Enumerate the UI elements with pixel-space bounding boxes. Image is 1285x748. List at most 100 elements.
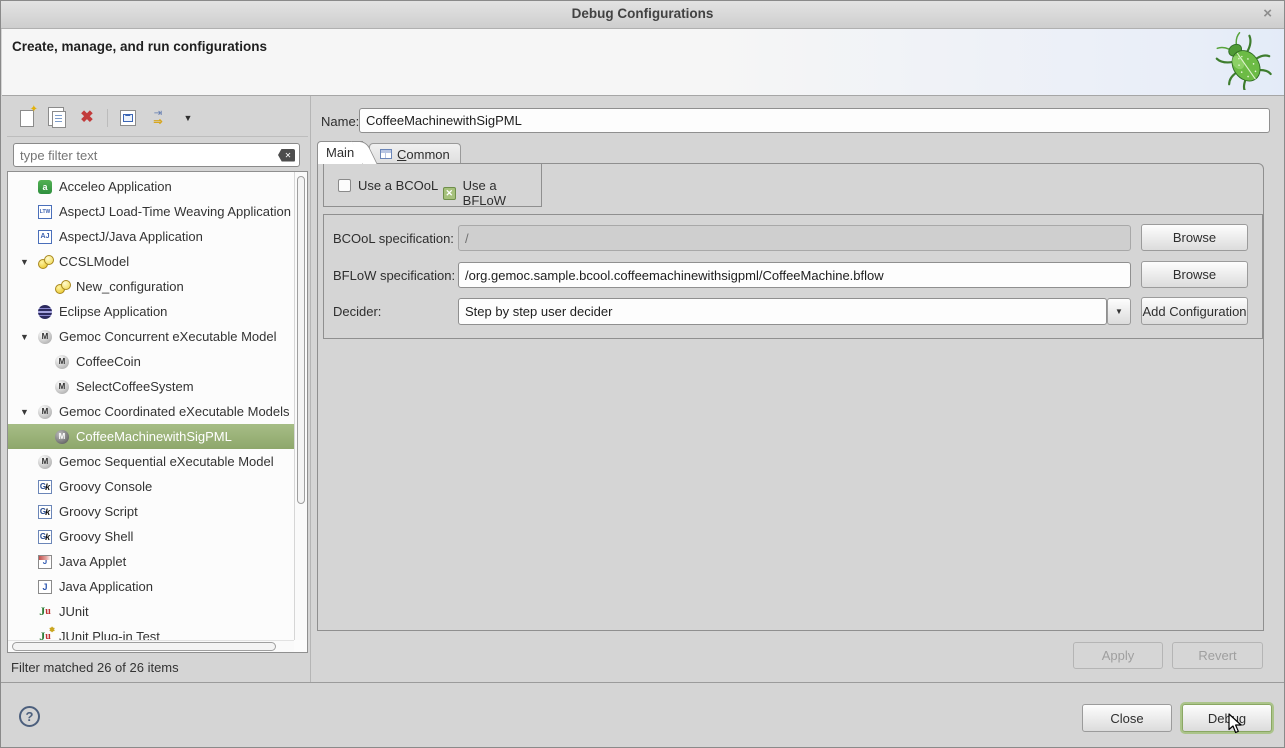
tree-item-groovy-console[interactable]: Gk Groovy Console: [8, 474, 294, 499]
tree-item-groovy-script[interactable]: GkGroovy Script: [8, 499, 294, 524]
tree-item-ccslmodel[interactable]: ▼CCSLModel: [8, 249, 294, 274]
tree-item-label: JUnit: [59, 604, 89, 619]
ccsl-model-icon: [55, 280, 69, 294]
configurations-toolbar: ✖ ⇥⇒ ▼: [7, 100, 308, 137]
tree-item-junit[interactable]: Ju JUnit: [8, 599, 294, 624]
tree-item-label: Groovy Console: [59, 479, 152, 494]
tree-item-java-applet[interactable]: JJava Applet: [8, 549, 294, 574]
close-button[interactable]: Close: [1082, 704, 1172, 732]
use-bcool-label: Use a BCOoL: [358, 178, 438, 193]
gemoc-model-icon: M: [38, 455, 52, 469]
expander-icon[interactable]: ▼: [20, 332, 29, 342]
use-bflow-label: Use a BFLoW: [463, 178, 541, 208]
configurations-tree: a Acceleo Application LTWAspectJ Load-Time…: [7, 171, 308, 653]
tree-horizontal-scrollbar[interactable]: [8, 640, 294, 652]
tree-item-gemoc-coordinated-executable-models[interactable]: ▼ M Gemoc Coordinated eXecutable Models: [8, 399, 294, 424]
filter-configurations-icon[interactable]: ⇥⇒: [146, 107, 170, 129]
dialog-header-title: Create, manage, and run configurations: [12, 39, 267, 54]
ccsl-model-icon: [38, 255, 52, 269]
tree-item-label: Gemoc Coordinated eXecutable Models: [59, 404, 290, 419]
tree-item-label: CoffeeMachinewithSigPML: [76, 429, 232, 444]
bflow-spec-label: BFLoW specification:: [333, 268, 455, 283]
groovy-icon: Gk: [38, 480, 52, 494]
configurations-panel: ✖ ⇥⇒ ▼ a Acceleo Application LTWAspectJ Lo…: [7, 100, 308, 682]
decider-dropdown-icon[interactable]: ▼: [1107, 298, 1131, 325]
toolbar-menu-dropdown-icon[interactable]: ▼: [176, 107, 200, 129]
common-tab-icon: [380, 149, 392, 159]
tree-item-junit-plug-in-test[interactable]: Ju✽JUnit Plug-in Test: [8, 624, 294, 640]
tree-item-coffeemachinewithsigpml[interactable]: M CoffeeMachinewithSigPML: [8, 424, 294, 449]
acceleo-icon: a: [38, 180, 52, 194]
toolbar-separator: [107, 109, 108, 127]
browse-bflow-button[interactable]: Browse: [1141, 261, 1248, 288]
apply-button[interactable]: Apply: [1073, 642, 1163, 669]
new-configuration-icon[interactable]: [15, 107, 39, 129]
use-bcool-option[interactable]: Use a BCOoL: [338, 178, 438, 193]
tab-common[interactable]: Common: [369, 143, 461, 164]
tree-vertical-scrollbar[interactable]: [294, 172, 307, 640]
browse-bcool-button[interactable]: Browse: [1141, 224, 1248, 251]
tree-item-new-configuration[interactable]: New_configuration: [8, 274, 294, 299]
horizontal-scroll-thumb[interactable]: [12, 642, 276, 651]
tree-item-label: Groovy Shell: [59, 529, 133, 544]
filter-status-text: Filter matched 26 of 26 items: [11, 660, 179, 675]
tab-common-label: Common: [397, 147, 450, 162]
footer-separator: [1, 682, 1284, 683]
tree-item-label: Acceleo Application: [59, 179, 172, 194]
junit-icon: Ju: [38, 605, 52, 619]
collapse-all-icon[interactable]: [116, 107, 140, 129]
aspectj-java-icon: AJ: [38, 230, 52, 244]
title-bar[interactable]: Debug Configurations ×: [1, 1, 1284, 29]
revert-button[interactable]: Revert: [1172, 642, 1263, 669]
tree-item-label: Java Application: [59, 579, 153, 594]
gemoc-model-icon: M: [38, 330, 52, 344]
expander-icon[interactable]: ▼: [20, 257, 29, 267]
tree-item-label: SelectCoffeeSystem: [76, 379, 194, 394]
tree-item-selectcoffeesystem[interactable]: MSelectCoffeeSystem: [8, 374, 294, 399]
window-close-icon[interactable]: ×: [1263, 5, 1272, 22]
tab-main[interactable]: Main: [317, 141, 363, 164]
tree-item-label: CoffeeCoin: [76, 354, 141, 369]
duplicate-configuration-icon[interactable]: [45, 107, 69, 129]
groovy-icon: Gk: [38, 505, 52, 519]
filter-input[interactable]: [14, 148, 278, 163]
name-label: Name:: [321, 114, 359, 129]
gemoc-model-icon: M: [38, 405, 52, 419]
help-icon[interactable]: ?: [19, 706, 40, 727]
vertical-scroll-thumb[interactable]: [297, 176, 305, 504]
tree-item-label: AspectJ/Java Application: [59, 229, 203, 244]
tree-item-acceleo-application[interactable]: a Acceleo Application: [8, 174, 294, 199]
tree-item-label: Java Applet: [59, 554, 126, 569]
junit-plugin-test-icon: Ju✽: [38, 630, 52, 641]
bflow-spec-input[interactable]: [458, 262, 1131, 288]
use-bflow-checkbox[interactable]: [443, 187, 456, 200]
tree-item-label: Gemoc Concurrent eXecutable Model: [59, 329, 277, 344]
tree-item-gemoc-sequential-executable-model[interactable]: M Gemoc Sequential eXecutable Model: [8, 449, 294, 474]
decider-combo[interactable]: Step by step user decider: [458, 298, 1107, 325]
tree-item-aspectj-load-time-weaving-application[interactable]: LTWAspectJ Load-Time Weaving Application: [8, 199, 294, 224]
name-input[interactable]: [359, 108, 1270, 133]
debug-configurations-dialog: Debug Configurations × Create, manage, a…: [0, 0, 1285, 748]
tree-item-aspectj-java-application[interactable]: AJ AspectJ/Java Application: [8, 224, 294, 249]
filter-box: [13, 143, 300, 167]
add-configuration-button[interactable]: Add Configuration: [1141, 297, 1248, 325]
bcool-spec-label: BCOoL specification:: [333, 231, 454, 246]
tree-item-coffeecoin[interactable]: M CoffeeCoin: [8, 349, 294, 374]
gemoc-model-icon: M: [55, 355, 69, 369]
debug-bug-icon: [1215, 32, 1273, 93]
tree-item-eclipse-application[interactable]: Eclipse Application: [8, 299, 294, 324]
clear-filter-icon[interactable]: [278, 149, 295, 162]
panel-sash[interactable]: [310, 96, 311, 682]
use-bflow-option[interactable]: Use a BFLoW: [443, 178, 541, 208]
tree-item-groovy-shell[interactable]: GkGroovy Shell: [8, 524, 294, 549]
gemoc-model-icon: M: [55, 430, 69, 444]
tab-main-label: Main: [326, 145, 354, 160]
tree-item-gemoc-concurrent-executable-model[interactable]: ▼ M Gemoc Concurrent eXecutable Model: [8, 324, 294, 349]
eclipse-icon: [38, 305, 52, 319]
delete-configuration-icon[interactable]: ✖: [75, 107, 99, 129]
use-bcool-checkbox[interactable]: [338, 179, 351, 192]
tree-item-label: Gemoc Sequential eXecutable Model: [59, 454, 274, 469]
tree-item-java-application[interactable]: JJava Application: [8, 574, 294, 599]
expander-icon[interactable]: ▼: [20, 407, 29, 417]
mouse-cursor: [1227, 713, 1246, 737]
